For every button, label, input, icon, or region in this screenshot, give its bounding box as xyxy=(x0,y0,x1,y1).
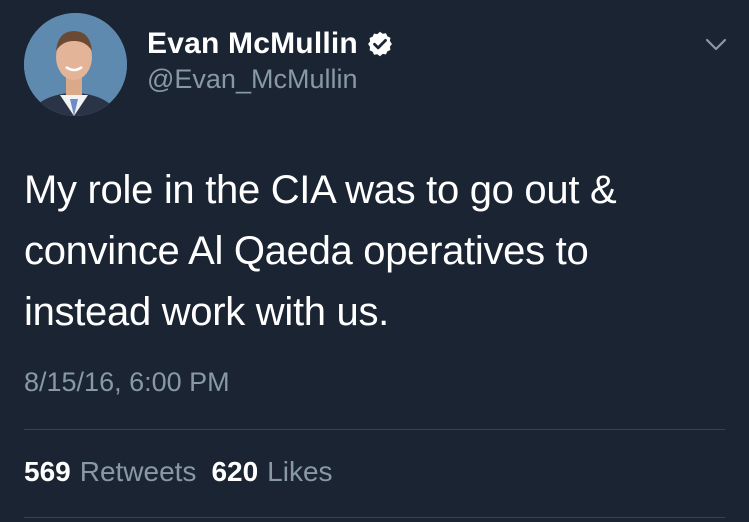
tweet-timestamp[interactable]: 8/15/16, 6:00 PM xyxy=(24,367,230,398)
retweets-count: 569 xyxy=(24,456,71,487)
avatar[interactable] xyxy=(24,13,127,116)
likes-stat[interactable]: 620 Likes xyxy=(211,456,332,488)
retweets-label: Retweets xyxy=(79,456,197,487)
tweet-text: My role in the CIA was to go out & convi… xyxy=(24,168,617,334)
profile-photo-icon xyxy=(24,13,127,116)
verified-badge-icon xyxy=(366,30,394,58)
chevron-down-icon[interactable] xyxy=(704,34,728,54)
divider xyxy=(24,517,725,518)
author-handle[interactable]: @Evan_McMullin xyxy=(147,64,357,95)
tweet-stats: 569 Retweets 620 Likes xyxy=(24,456,333,488)
display-name[interactable]: Evan McMullin xyxy=(147,27,358,61)
author-name-row[interactable]: Evan McMullin xyxy=(147,26,394,62)
tweet-card: Evan McMullin @Evan_McMullin My role in … xyxy=(0,0,749,522)
divider xyxy=(24,429,725,430)
retweets-stat[interactable]: 569 Retweets xyxy=(24,456,196,488)
likes-label: Likes xyxy=(267,456,333,487)
likes-count: 620 xyxy=(211,456,259,487)
